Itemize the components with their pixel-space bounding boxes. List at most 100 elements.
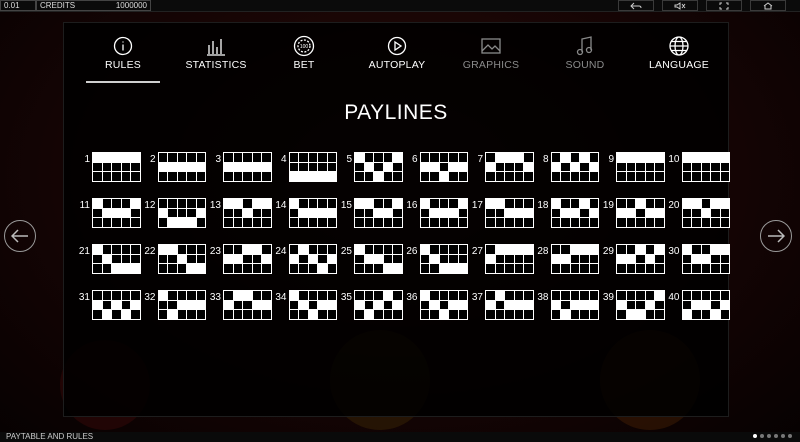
payline-cell bbox=[373, 152, 384, 163]
payline-cell bbox=[288, 152, 300, 163]
payline-cell bbox=[681, 299, 693, 311]
payline-number: 5 bbox=[346, 154, 352, 165]
payline-cell bbox=[373, 290, 384, 301]
payline-cell bbox=[691, 253, 702, 265]
payline-cell bbox=[223, 152, 234, 163]
payline-cell bbox=[504, 198, 515, 209]
payline-pattern bbox=[419, 290, 469, 320]
play-icon bbox=[387, 36, 407, 56]
payline-pattern bbox=[550, 290, 600, 320]
payline-cell bbox=[120, 198, 132, 209]
payline-pattern bbox=[419, 152, 469, 182]
payline-cell bbox=[317, 217, 328, 228]
payline-cell bbox=[288, 299, 300, 311]
page-dot[interactable] bbox=[774, 434, 778, 438]
payline-cell bbox=[288, 217, 300, 228]
payline-15: 15 bbox=[334, 198, 403, 228]
payline-cell bbox=[494, 217, 506, 228]
payline-cell bbox=[419, 253, 431, 265]
prev-page-button[interactable] bbox=[4, 220, 36, 252]
payline-cell bbox=[719, 299, 731, 311]
payline-27: 27 bbox=[465, 244, 534, 274]
page-indicator bbox=[753, 434, 792, 438]
page-dot[interactable] bbox=[767, 434, 771, 438]
payline-cell bbox=[382, 207, 394, 219]
payline-18: 18 bbox=[531, 198, 600, 228]
payline-cell bbox=[700, 152, 712, 163]
payline-cell bbox=[438, 253, 450, 265]
payline-cell bbox=[111, 171, 122, 182]
payline-cell bbox=[101, 171, 113, 182]
payline-number: 7 bbox=[477, 154, 483, 165]
payline-pattern bbox=[485, 152, 534, 182]
payline-cell bbox=[382, 161, 394, 173]
payline-21: 21 bbox=[72, 244, 141, 274]
tab-rules[interactable]: RULES bbox=[83, 33, 163, 71]
payline-cell bbox=[186, 244, 197, 255]
tab-autoplay[interactable]: AUTOPLAY bbox=[357, 33, 437, 71]
payline-cell bbox=[363, 263, 375, 274]
payline-cell bbox=[494, 253, 506, 265]
payline-cell bbox=[288, 161, 300, 173]
payline-cell bbox=[242, 309, 253, 320]
payline-cell bbox=[644, 161, 656, 173]
payline-cell bbox=[710, 152, 721, 163]
payline-cell bbox=[616, 299, 627, 311]
payline-cell bbox=[373, 263, 384, 274]
payline-cell bbox=[307, 299, 319, 311]
payline-number: 25 bbox=[340, 246, 352, 257]
payline-cell bbox=[167, 244, 178, 255]
payline-35: 35 bbox=[334, 290, 403, 320]
payline-cell bbox=[569, 152, 581, 163]
payline-cell bbox=[513, 290, 525, 301]
payline-cell bbox=[363, 161, 375, 173]
payline-cell bbox=[513, 309, 525, 320]
payline-cell bbox=[176, 244, 188, 255]
payline-cell bbox=[700, 309, 712, 320]
payline-number: 19 bbox=[602, 200, 614, 211]
payline-cell bbox=[354, 263, 365, 274]
fullscreen-button[interactable] bbox=[706, 0, 742, 11]
next-page-button[interactable] bbox=[760, 220, 792, 252]
tab-statistics[interactable]: STATISTICS bbox=[176, 33, 256, 71]
payline-cell bbox=[317, 171, 328, 182]
tab-language[interactable]: LANGUAGE bbox=[638, 33, 720, 71]
page-dot[interactable] bbox=[760, 434, 764, 438]
payline-cell bbox=[92, 171, 103, 182]
tab-label: AUTOPLAY bbox=[368, 59, 426, 71]
page-dot[interactable] bbox=[753, 434, 757, 438]
payline-cell bbox=[307, 198, 319, 209]
payline-number: 17 bbox=[471, 200, 483, 211]
payline-pattern bbox=[223, 152, 272, 182]
sound-toggle-button[interactable] bbox=[662, 0, 698, 11]
tab-sound[interactable]: SOUND bbox=[545, 33, 625, 71]
payline-cell bbox=[363, 309, 375, 320]
payline-cell bbox=[232, 161, 244, 173]
payline-cell bbox=[157, 171, 169, 182]
payline-number: 11 bbox=[79, 200, 90, 211]
payline-cell bbox=[710, 198, 721, 209]
payline-cell bbox=[120, 161, 132, 173]
payline-cell bbox=[354, 299, 365, 311]
home-button[interactable] bbox=[750, 0, 786, 11]
payline-cell bbox=[635, 244, 646, 255]
payline-32: 32 bbox=[138, 290, 207, 320]
payline-cell bbox=[644, 290, 656, 301]
payline-20: 20 bbox=[662, 198, 731, 228]
page-dot[interactable] bbox=[788, 434, 792, 438]
payline-cell bbox=[111, 217, 122, 228]
active-tab-underline bbox=[86, 81, 160, 83]
back-button[interactable] bbox=[618, 0, 654, 11]
payline-cell bbox=[317, 207, 328, 219]
payline-cell bbox=[429, 309, 440, 320]
tab-graphics[interactable]: GRAPHICS bbox=[451, 33, 531, 71]
page-dot[interactable] bbox=[781, 434, 785, 438]
payline-cell bbox=[419, 299, 431, 311]
tab-bet[interactable]: 100 BET bbox=[264, 33, 344, 71]
payline-cell bbox=[681, 263, 693, 274]
payline-number: 13 bbox=[209, 200, 221, 211]
payline-number: 36 bbox=[406, 292, 418, 303]
payline-cell bbox=[111, 253, 122, 265]
payline-cell bbox=[167, 198, 178, 209]
payline-cell bbox=[438, 263, 450, 274]
